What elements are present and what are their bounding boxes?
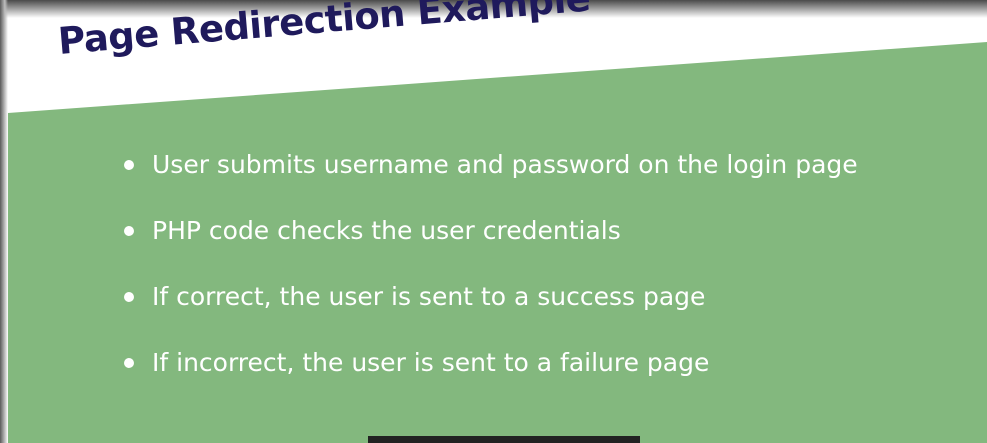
bullet-text: If correct, the user is sent to a succes… <box>152 282 706 311</box>
video-control-bar[interactable] <box>368 436 640 443</box>
bullet-dot-icon <box>124 292 134 302</box>
slide-frame: Page Redirection Example User submits us… <box>0 0 987 443</box>
bullet-dot-icon <box>124 226 134 236</box>
bullet-dot-icon <box>124 160 134 170</box>
bullet-item: If correct, the user is sent to a succes… <box>120 272 858 338</box>
bullet-list: User submits username and password on th… <box>120 140 858 404</box>
bullet-text: User submits username and password on th… <box>152 150 858 179</box>
bullet-text: If incorrect, the user is sent to a fail… <box>152 348 710 377</box>
bullet-item: If incorrect, the user is sent to a fail… <box>120 338 858 404</box>
bullet-item: User submits username and password on th… <box>120 140 858 206</box>
left-shadow <box>0 0 8 443</box>
bullet-dot-icon <box>124 358 134 368</box>
bullet-item: PHP code checks the user credentials <box>120 206 858 272</box>
bullet-text: PHP code checks the user credentials <box>152 216 621 245</box>
